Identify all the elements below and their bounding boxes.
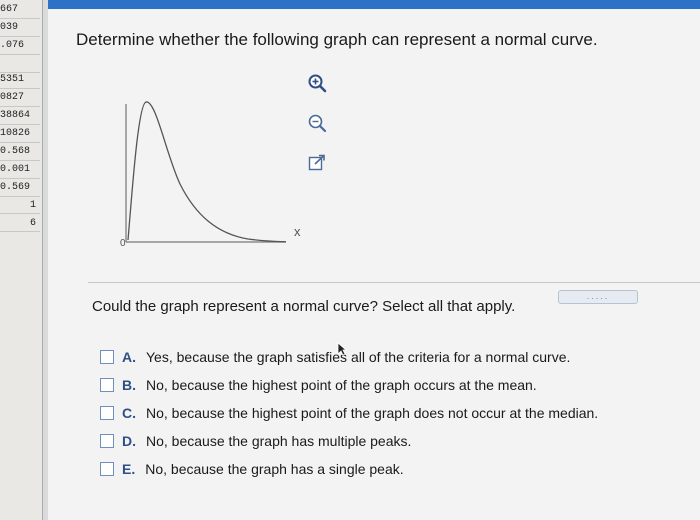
expand-button[interactable]: ..... <box>558 290 638 304</box>
checkbox[interactable] <box>100 406 114 420</box>
option-c[interactable]: C. No, because the highest point of the … <box>100 402 598 424</box>
sheet-cell: 1 <box>0 198 40 214</box>
option-e[interactable]: E. No, because the graph has a single pe… <box>100 458 598 480</box>
zoom-in-icon <box>308 74 327 93</box>
checkbox[interactable] <box>100 434 114 448</box>
sheet-cell: 5351 <box>0 72 40 89</box>
option-letter: E. <box>122 461 136 477</box>
curve-line <box>127 101 287 243</box>
option-letter: C. <box>122 405 136 421</box>
option-a[interactable]: A. Yes, because the graph satisfies all … <box>100 346 598 368</box>
answer-options: A. Yes, because the graph satisfies all … <box>100 346 598 486</box>
question-panel: Determine whether the following graph ca… <box>48 0 700 520</box>
option-d[interactable]: D. No, because the graph has multiple pe… <box>100 430 598 452</box>
option-text: No, because the graph has a single peak. <box>145 461 404 477</box>
sheet-cell: 0.568 <box>0 144 40 161</box>
sheet-cell: 0.569 <box>0 180 40 197</box>
x-label: x <box>294 224 301 239</box>
option-text: No, because the highest point of the gra… <box>146 377 537 393</box>
spreadsheet-strip: 667 039 .076 5351 0827 38864 10826 0.568… <box>0 0 43 520</box>
zoom-out-icon <box>308 114 327 133</box>
section-divider <box>88 282 700 283</box>
mouse-cursor-icon <box>337 342 347 356</box>
graph-tools <box>306 72 328 192</box>
option-text: Yes, because the graph satisfies all of … <box>146 349 571 365</box>
open-external-button[interactable] <box>306 152 328 174</box>
sheet-cell: 0.001 <box>0 162 40 179</box>
checkbox[interactable] <box>100 378 114 392</box>
checkbox[interactable] <box>100 462 114 476</box>
top-bar <box>48 0 700 9</box>
question-title: Determine whether the following graph ca… <box>76 30 598 49</box>
option-letter: D. <box>122 433 136 449</box>
option-text: No, because the graph has multiple peaks… <box>146 433 412 449</box>
zoom-out-button[interactable] <box>306 112 328 134</box>
option-b[interactable]: B. No, because the highest point of the … <box>100 374 598 396</box>
sheet-cell: 10826 <box>0 126 40 143</box>
option-text: No, because the highest point of the gra… <box>146 405 599 421</box>
sheet-cell: 6 <box>0 216 40 232</box>
zoom-in-button[interactable] <box>306 72 328 94</box>
sheet-cell: 38864 <box>0 108 40 125</box>
sheet-cell: 039 <box>0 20 40 37</box>
sheet-cell: 667 <box>0 2 40 19</box>
skewed-curve-graph: 0 x <box>120 101 301 249</box>
sheet-cell <box>0 56 40 73</box>
checkbox[interactable] <box>100 350 114 364</box>
sheet-cell: .076 <box>0 38 40 55</box>
option-letter: B. <box>122 377 136 393</box>
option-letter: A. <box>122 349 136 365</box>
sheet-cell: 0827 <box>0 90 40 107</box>
origin-label: 0 <box>120 238 126 249</box>
question-prompt: Could the graph represent a normal curve… <box>92 298 516 315</box>
open-external-icon <box>308 154 325 171</box>
